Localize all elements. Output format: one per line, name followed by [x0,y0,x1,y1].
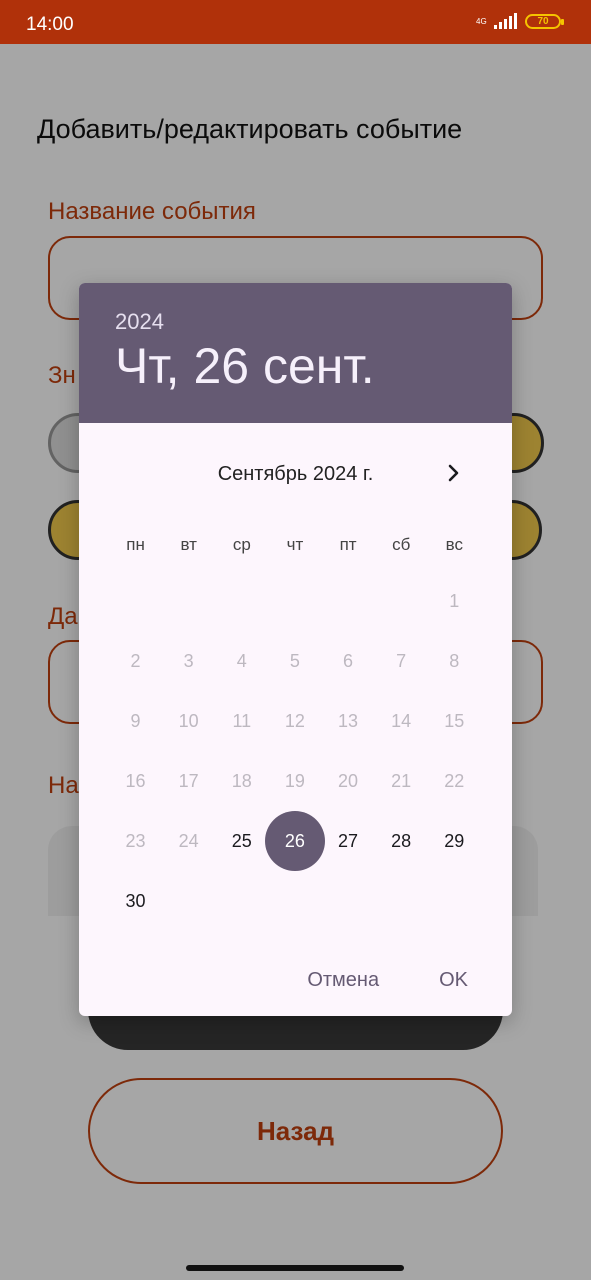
calendar-empty-cell [162,571,215,631]
date-picker-dialog: 2024 Чт, 26 сент. Сентябрь 2024 г. пн вт с… [79,283,512,1016]
calendar-day-label: 21 [391,770,412,791]
calendar-day-label: 9 [130,710,141,731]
calendar-day[interactable]: 28 [375,811,428,871]
calendar-day-label: 6 [343,650,354,671]
weekday-label: чт [286,535,304,554]
weekday-label: пн [126,535,145,554]
weekday-label: сб [392,535,411,554]
calendar-day: 17 [162,751,215,811]
network-type: 4G [476,16,487,26]
status-icons: 4G 70 [476,13,564,29]
calendar-day: 16 [109,751,162,811]
selected-date: Чт, 26 сент. [115,338,375,394]
calendar-empty-cell [322,571,375,631]
calendar-day-label: 30 [125,890,146,911]
calendar-day: 21 [375,751,428,811]
calendar-day-label: 22 [444,770,465,791]
calendar-day: 8 [428,631,481,691]
calendar-day-label: 24 [178,830,199,851]
status-bar: 14:00 4G 70 [0,0,591,44]
ok-button[interactable]: OK [439,969,468,992]
calendar-day[interactable]: 29 [428,811,481,871]
calendar-day-label: 25 [231,830,252,851]
calendar-day[interactable]: 26 [264,811,326,871]
calendar-day-label: 12 [284,710,305,731]
calendar-day: 10 [162,691,215,751]
calendar-day: 6 [322,631,375,691]
battery-icon: 70 [525,13,564,29]
signal-icon [494,13,517,29]
calendar-day-label: 11 [232,710,252,731]
calendar-day-label: 18 [231,770,252,791]
calendar-day: 1 [428,571,481,631]
calendar-day-label: 19 [284,770,305,791]
calendar-day: 5 [268,631,321,691]
calendar-day: 18 [215,751,268,811]
calendar-day: 19 [268,751,321,811]
calendar-day[interactable]: 25 [215,811,268,871]
calendar-empty-cell [375,571,428,631]
calendar-day: 13 [322,691,375,751]
calendar-day: 11 [215,691,268,751]
calendar-day: 12 [268,691,321,751]
date-picker-header: 2024 Чт, 26 сент. [79,283,512,423]
calendar-day-label: 10 [178,710,199,731]
selected-year[interactable]: 2024 [115,309,164,335]
calendar-day: 7 [375,631,428,691]
calendar-day-label: 26 [284,830,305,851]
weekday-label: вт [180,535,197,554]
days-grid: 1 2 3 4 5 6 7 8 9 10 11 12 13 14 15 16 17 18 19 20 21 22 23 24 2… [109,571,481,931]
dialog-actions: Отмена OK [307,969,468,992]
calendar-empty-cell [109,571,162,631]
calendar-day-label: 28 [391,830,412,851]
calendar-day: 4 [215,631,268,691]
calendar-day-label: 1 [449,590,460,611]
calendar-empty-cell [215,571,268,631]
calendar-day-label: 2 [130,650,141,671]
calendar-day: 20 [322,751,375,811]
calendar-day-label: 13 [338,710,359,731]
calendar-day[interactable]: 27 [322,811,375,871]
weekday-label: вс [445,535,463,554]
calendar-day-label: 4 [236,650,247,671]
calendar-day: 23 [109,811,162,871]
calendar-day-label: 29 [444,830,465,851]
calendar-day-label: 15 [444,710,465,731]
calendar-day: 2 [109,631,162,691]
chevron-right-icon[interactable] [439,459,467,487]
weekday-label: пт [339,535,357,554]
calendar-day-label: 16 [125,770,146,791]
calendar-day-label: 5 [289,650,300,671]
calendar-day-label: 23 [125,830,146,851]
calendar-day: 22 [428,751,481,811]
status-time: 14:00 [26,14,74,35]
calendar-day-label: 17 [178,770,199,791]
calendar-day: 15 [428,691,481,751]
weekday-label: ср [232,535,251,554]
calendar-day: 3 [162,631,215,691]
calendar-day-label: 3 [183,650,194,671]
calendar-day: 24 [162,811,215,871]
calendar-day-label: 7 [396,650,407,671]
calendar-day: 14 [375,691,428,751]
calendar-day-label: 8 [449,650,460,671]
calendar-empty-cell [268,571,321,631]
cancel-button[interactable]: Отмена [307,969,379,992]
battery-level: 70 [537,15,549,27]
calendar-day-label: 14 [391,710,412,731]
navigation-handle[interactable] [186,1265,404,1271]
calendar-day[interactable]: 30 [109,871,162,931]
calendar-day: 9 [109,691,162,751]
weekday-row: пн вт ср чт пт сб вс [109,535,481,555]
calendar-day-label: 27 [338,830,359,851]
calendar-day-label: 20 [338,770,359,791]
